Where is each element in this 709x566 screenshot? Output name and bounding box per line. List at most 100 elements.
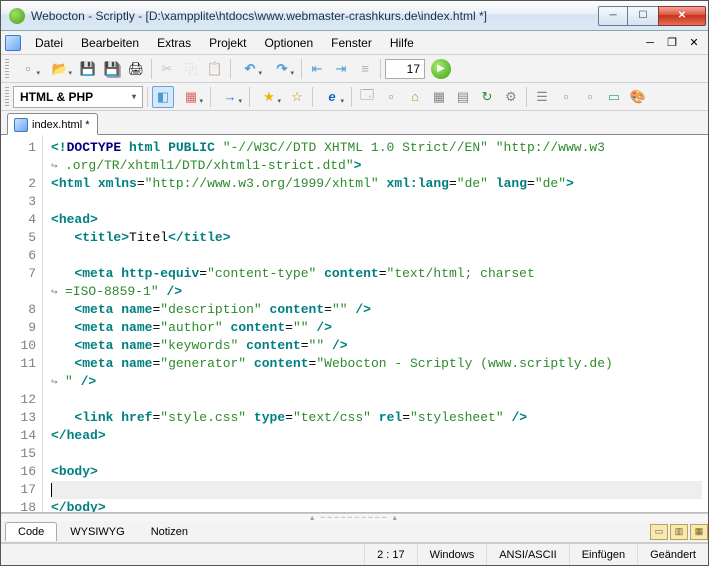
line-number: 2 (1, 175, 36, 193)
browser-preview-button[interactable] (317, 86, 347, 108)
table-button[interactable] (428, 86, 450, 108)
line-number (1, 283, 36, 301)
menu-projekt[interactable]: Projekt (201, 33, 254, 53)
new-file-button[interactable] (13, 58, 43, 80)
status-insert-mode: Einfügen (569, 544, 637, 565)
code-line[interactable]: </body> (51, 499, 702, 512)
tab-code[interactable]: Code (5, 522, 57, 541)
code-line[interactable]: <!DOCTYPE html PUBLIC "-//W3C//DTD XHTML… (51, 139, 702, 157)
goto-line-button[interactable]: ▶ (431, 59, 451, 79)
paste-button[interactable] (204, 58, 226, 80)
line-number: 8 (1, 301, 36, 319)
refresh-button[interactable] (476, 86, 498, 108)
code-editor[interactable]: <!DOCTYPE html PUBLIC "-//W3C//DTD XHTML… (43, 135, 708, 512)
menu-extras[interactable]: Extras (149, 33, 199, 53)
toolbar-separator (526, 87, 527, 107)
code-line[interactable]: <html xmlns="http://www.w3.org/1999/xhtm… (51, 175, 702, 193)
window-button[interactable] (356, 86, 378, 108)
line-number: 18 (1, 499, 36, 513)
save-all-button[interactable] (101, 58, 123, 80)
toolbar-separator (312, 87, 313, 107)
menu-datei[interactable]: Datei (27, 33, 71, 53)
close-button[interactable]: ✕ (658, 6, 706, 26)
mdi-restore-icon[interactable]: ❐ (665, 36, 679, 50)
indent-button[interactable] (330, 58, 352, 80)
window-controls: ─ ☐ ✕ (598, 6, 706, 26)
panel-layout-3-icon[interactable]: ▦ (690, 524, 708, 540)
line-number: 4 (1, 211, 36, 229)
code-line[interactable]: <meta http-equiv="content-type" content=… (51, 265, 702, 283)
menu-fenster[interactable]: Fenster (323, 33, 380, 53)
tab-notizen[interactable]: Notizen (138, 522, 201, 541)
goto-line-input[interactable] (385, 59, 425, 79)
blank-page-button[interactable] (579, 86, 601, 108)
open-file-button[interactable] (45, 58, 75, 80)
bookmark-button[interactable] (286, 86, 308, 108)
menu-bearbeiten[interactable]: Bearbeiten (73, 33, 147, 53)
layers-button[interactable] (452, 86, 474, 108)
menu-optionen[interactable]: Optionen (256, 33, 321, 53)
code-line[interactable] (51, 391, 702, 409)
line-number: 15 (1, 445, 36, 463)
print-button[interactable] (125, 58, 147, 80)
tab-wysiwyg[interactable]: WYSIWYG (57, 522, 137, 541)
code-line[interactable]: <meta name="generator" content="Webocton… (51, 355, 702, 373)
code-line[interactable]: <meta name="keywords" content="" /> (51, 337, 702, 355)
code-line[interactable]: </head> (51, 427, 702, 445)
line-number (1, 157, 36, 175)
document-tabstrip: index.html * (1, 111, 708, 135)
code-line[interactable]: <body> (51, 463, 702, 481)
panel-layout-2-icon[interactable]: ▥ (670, 524, 688, 540)
form-button[interactable] (531, 86, 553, 108)
language-select[interactable]: HTML & PHP (13, 86, 143, 108)
view-toggle-button[interactable] (152, 86, 174, 108)
code-line[interactable] (51, 481, 702, 499)
new-page-button[interactable] (555, 86, 577, 108)
color-picker-button[interactable] (176, 86, 206, 108)
save-button[interactable] (77, 58, 99, 80)
code-line[interactable] (51, 445, 702, 463)
minimize-button[interactable]: ─ (598, 6, 628, 26)
undo-button[interactable] (235, 58, 265, 80)
line-number: 10 (1, 337, 36, 355)
toolbar-grip[interactable] (5, 59, 9, 79)
cut-button[interactable] (156, 58, 178, 80)
toolbar-main: ▶ (1, 55, 708, 83)
favorites-button[interactable] (254, 86, 284, 108)
code-line[interactable]: <title>Titel</title> (51, 229, 702, 247)
code-line[interactable] (51, 193, 702, 211)
home-button[interactable] (404, 86, 426, 108)
code-line[interactable]: ↪.org/TR/xhtml1/DTD/xhtml1-strict.dtd"> (51, 157, 702, 175)
code-line[interactable]: ↪=ISO-8859-1" /> (51, 283, 702, 301)
code-line[interactable]: <meta name="description" content="" /> (51, 301, 702, 319)
mdi-close-icon[interactable]: ✕ (687, 36, 701, 50)
status-encoding: ANSI/ASCII (486, 544, 568, 565)
line-number-gutter: 123456789101112131415161718 (1, 135, 43, 512)
copy-button[interactable] (180, 58, 202, 80)
code-line[interactable]: <link href="style.css" type="text/css" r… (51, 409, 702, 427)
language-label: HTML & PHP (20, 90, 93, 104)
redo-button[interactable] (267, 58, 297, 80)
list-button[interactable] (354, 58, 376, 80)
toolbar-grip[interactable] (5, 87, 9, 107)
code-line[interactable]: <head> (51, 211, 702, 229)
line-number: 17 (1, 481, 36, 499)
settings-button[interactable] (500, 86, 522, 108)
palette-button[interactable] (627, 86, 649, 108)
image-button[interactable] (603, 86, 625, 108)
document-tab[interactable]: index.html * (7, 113, 98, 135)
maximize-button[interactable]: ☐ (628, 6, 658, 26)
outdent-button[interactable] (306, 58, 328, 80)
toolbar-separator (210, 87, 211, 107)
line-number: 11 (1, 355, 36, 373)
mdi-minimize-icon[interactable]: ─ (643, 36, 657, 50)
window-titlebar: Webocton - Scriptly - [D:\xampplite\htdo… (1, 1, 708, 31)
menu-hilfe[interactable]: Hilfe (382, 33, 422, 53)
panel-layout-1-icon[interactable]: ▭ (650, 524, 668, 540)
insert-arrow-button[interactable] (215, 86, 245, 108)
horizontal-splitter[interactable]: ▴ ┄┄┄┄┄┄┄┄┄┄ ▴ (1, 513, 708, 521)
code-line[interactable] (51, 247, 702, 265)
page-button[interactable] (380, 86, 402, 108)
code-line[interactable]: ↪" /> (51, 373, 702, 391)
code-line[interactable]: <meta name="author" content="" /> (51, 319, 702, 337)
